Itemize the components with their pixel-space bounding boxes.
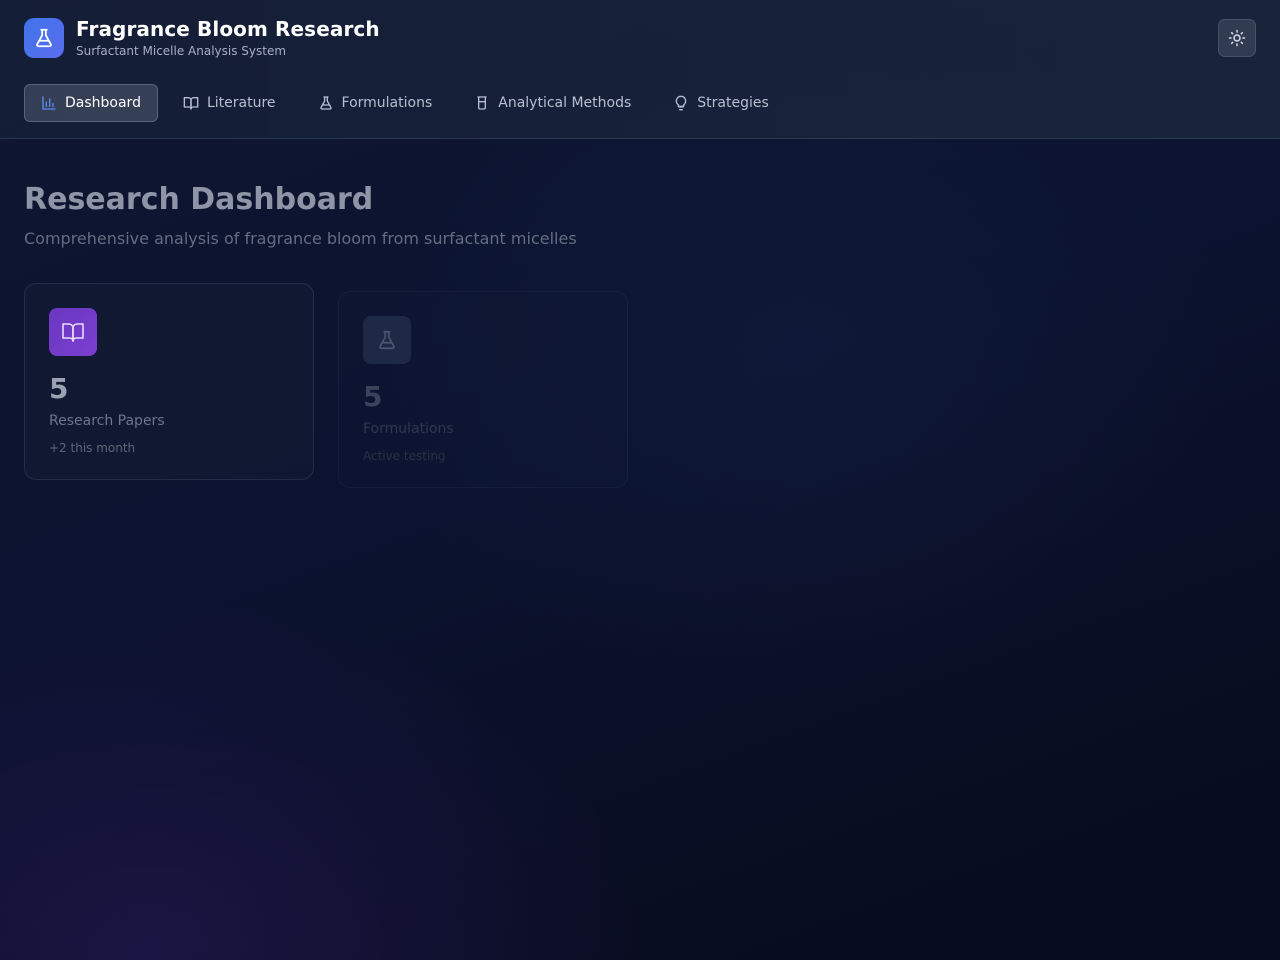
stat-card-formulations[interactable]: 5 Formulations Active testing [338, 291, 628, 488]
stat-card-research-papers[interactable]: 5 Research Papers +2 this month [24, 283, 314, 480]
nav-label: Dashboard [65, 95, 141, 111]
nav-label: Formulations [341, 95, 433, 111]
stat-note: +2 this month [49, 441, 136, 455]
page-subtitle: Comprehensive analysis of fragrance bloo… [24, 229, 577, 248]
stat-label: Research Papers [49, 413, 165, 429]
nav-literature[interactable]: Literature [166, 84, 293, 122]
flask-icon [318, 95, 334, 111]
sun-icon [1228, 29, 1246, 47]
stat-value: 5 [49, 372, 69, 405]
nav-label: Strategies [697, 95, 769, 111]
nav-formulations[interactable]: Formulations [301, 84, 450, 122]
page-title: Research Dashboard [24, 182, 374, 217]
stat-value: 5 [363, 380, 383, 413]
nav-analytical-methods[interactable]: Analytical Methods [457, 84, 648, 122]
test-tube-icon [474, 95, 490, 111]
lightbulb-icon [673, 95, 689, 111]
nav-label: Analytical Methods [498, 95, 632, 111]
app-header: Fragrance Bloom Research Surfactant Mice… [0, 0, 1280, 139]
flask-icon [24, 18, 64, 58]
nav-dashboard[interactable]: Dashboard [24, 84, 158, 122]
nav-label: Literature [206, 95, 276, 111]
main-nav: Dashboard Literature Formulations Analyt… [24, 84, 794, 122]
stat-label: Formulations [363, 421, 454, 437]
app-title: Fragrance Bloom Research [76, 17, 380, 41]
stat-note: Active testing [363, 449, 446, 463]
bar-chart-icon [41, 95, 57, 111]
book-icon [49, 308, 97, 356]
nav-strategies[interactable]: Strategies [656, 84, 786, 122]
book-icon [183, 95, 199, 111]
app-subtitle: Surfactant Micelle Analysis System [76, 44, 287, 58]
flask-icon [363, 316, 411, 364]
theme-toggle-button[interactable] [1218, 19, 1256, 57]
